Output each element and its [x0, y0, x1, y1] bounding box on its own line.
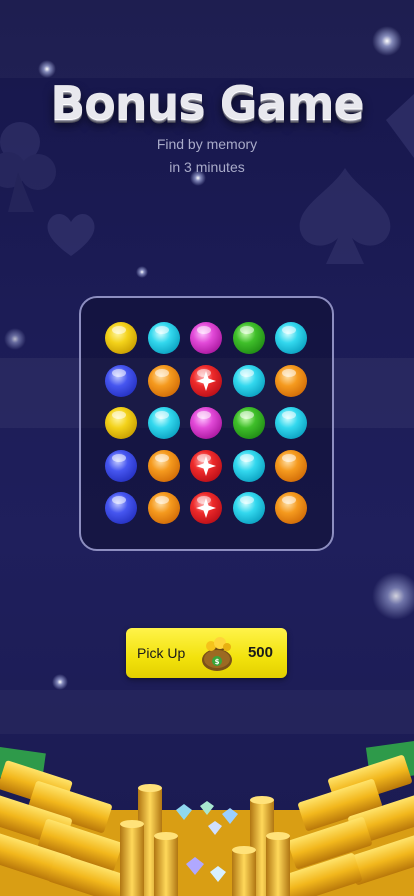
- gold-treasure-pile: [0, 740, 414, 896]
- gem-cyan[interactable]: [232, 364, 265, 397]
- gem-blue[interactable]: [105, 492, 137, 524]
- pick-up-button[interactable]: Pick Up $ 500: [126, 628, 287, 678]
- sparkle-icon: [4, 328, 26, 350]
- sparkle-star-icon: [196, 370, 216, 391]
- gem-cyan[interactable]: [147, 407, 180, 439]
- gem-green[interactable]: [232, 407, 265, 439]
- gem-magenta[interactable]: [190, 407, 222, 439]
- spade-suit-icon: [299, 168, 391, 264]
- pick-up-value: 500: [247, 644, 273, 661]
- gem-orange[interactable]: [147, 364, 180, 397]
- game-title: Bonus Game: [50, 76, 364, 130]
- bg-band: [0, 690, 414, 734]
- gem-red-star[interactable]: [190, 492, 222, 524]
- sparkle-icon: [136, 266, 148, 278]
- gem-blue[interactable]: [105, 449, 137, 482]
- gem-cyan[interactable]: [275, 322, 307, 354]
- bg-band: [0, 0, 414, 78]
- sparkle-star-icon: [196, 455, 216, 476]
- gem-yellow[interactable]: [105, 322, 137, 354]
- pick-up-label: Pick Up: [137, 645, 186, 661]
- subtitle-line-1: Find by memory: [156, 136, 258, 152]
- gem-magenta[interactable]: [190, 322, 222, 354]
- gem-cyan[interactable]: [147, 322, 180, 354]
- gem-red-star[interactable]: [190, 364, 222, 397]
- sparkle-icon: [372, 572, 414, 620]
- subtitle-line-2: in 3 minutes: [169, 159, 245, 175]
- svg-text:$: $: [215, 658, 220, 666]
- gem-blue[interactable]: [105, 364, 137, 397]
- gem-orange[interactable]: [275, 492, 307, 524]
- gem-red-star[interactable]: [190, 449, 222, 482]
- gem-cyan[interactable]: [232, 492, 265, 524]
- gem-orange[interactable]: [147, 449, 180, 482]
- sparkle-star-icon: [196, 498, 216, 518]
- heart-suit-icon: [47, 213, 95, 256]
- gem-green[interactable]: [232, 322, 265, 354]
- money-bag-icon: $: [202, 637, 232, 671]
- gem-orange[interactable]: [275, 449, 307, 482]
- sparkle-icon: [372, 26, 402, 56]
- gem-yellow[interactable]: [105, 407, 137, 439]
- gem-cyan[interactable]: [232, 449, 265, 482]
- gem-orange[interactable]: [275, 364, 307, 397]
- memory-board: [79, 296, 334, 551]
- gem-cyan[interactable]: [275, 407, 307, 439]
- sparkle-icon: [52, 674, 68, 690]
- gem-orange[interactable]: [147, 492, 180, 524]
